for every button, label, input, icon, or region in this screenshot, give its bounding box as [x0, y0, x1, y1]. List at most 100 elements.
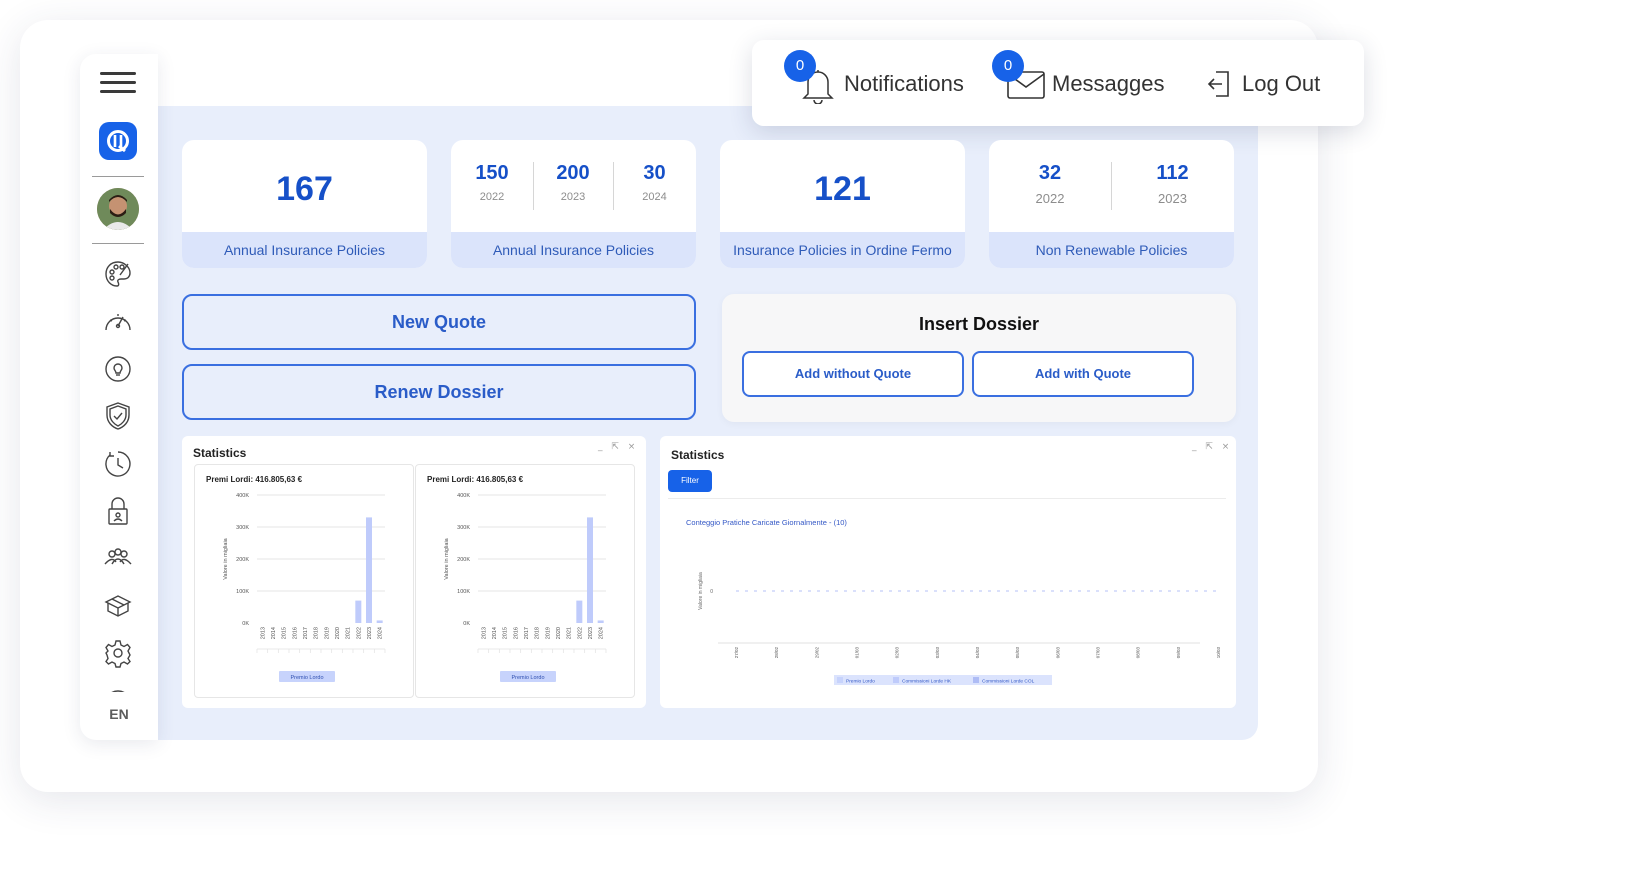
sidebar: EN	[80, 54, 158, 740]
y-tick-label: 200K	[236, 557, 249, 563]
bar	[355, 600, 362, 623]
logo-mark-icon	[107, 130, 129, 153]
x-tick-label: 02/03	[895, 647, 900, 659]
language-selector[interactable]: EN	[80, 706, 158, 722]
x-tick-label: 2021	[567, 627, 573, 639]
statistics-title: Statistics	[193, 446, 247, 460]
kpi-year-label: 2023	[560, 191, 586, 203]
bar	[376, 620, 383, 623]
x-tick-label: 2021	[346, 627, 352, 639]
x-tick-label: 2017	[303, 627, 309, 639]
kpi-year-label: 2024	[642, 191, 667, 203]
users-icon[interactable]	[102, 542, 134, 574]
notifications-button[interactable]: Notifications	[800, 62, 964, 106]
y-axis-label: Valore in migliaia	[444, 537, 450, 579]
renew-dossier-button[interactable]: Renew Dossier	[182, 364, 696, 420]
x-tick-label: 07/03	[1096, 647, 1101, 659]
kpi-card-annual-policies[interactable]: 167 Annual Insurance Policies	[182, 140, 427, 268]
expand-icon[interactable]: ⇱	[611, 442, 622, 452]
kpi-card-ordine-fermo[interactable]: 121 Insurance Policies in Ordine Fermo	[720, 140, 965, 268]
kpi-label: Insurance Policies in Ordine Fermo	[720, 232, 965, 268]
x-tick-label: 2023	[588, 627, 594, 639]
notifications-label: Notifications	[844, 71, 964, 96]
bar-chart: 0K 100K 200K 300K 400K Valore in migliaia 2013…	[223, 493, 386, 682]
add-with-quote-button[interactable]: Add with Quote	[972, 351, 1194, 397]
kpi-label: Annual Insurance Policies	[182, 232, 427, 268]
speedometer-icon[interactable]	[102, 306, 134, 338]
kpi-label: Non Renewable Policies	[989, 232, 1234, 268]
x-tick-label: 10/03	[1216, 647, 1221, 659]
y-tick-label: 0	[710, 589, 713, 595]
notifications-count-badge: 0	[784, 50, 816, 82]
kpi-year-label: 2022	[1035, 191, 1065, 206]
x-tick-label: 2020	[556, 627, 562, 639]
kpi-label: Annual Insurance Policies	[451, 232, 696, 268]
kpi-year-value: 150	[475, 162, 509, 184]
x-tick-label: 2013	[481, 627, 487, 639]
chart-title: Conteggio Pratiche Caricate Giornalmente…	[686, 518, 847, 527]
kpi-year-value: 30	[643, 162, 666, 184]
kpi-card-annual-policies-by-year[interactable]: 150 2022 200 2023 30 2024 Annual Insuran…	[451, 140, 696, 268]
avatar[interactable]	[97, 188, 139, 230]
x-tick-label: 2015	[503, 627, 509, 639]
y-tick-label: 200K	[457, 557, 470, 563]
x-tick-label: 2020	[335, 627, 341, 639]
y-tick-label: 0K	[242, 621, 249, 627]
lightbulb-icon[interactable]	[102, 353, 134, 385]
x-tick-label: 2017	[524, 627, 530, 639]
x-tick-label: 2018	[535, 627, 541, 639]
clock-icon[interactable]	[102, 448, 134, 480]
legend-swatch	[837, 677, 843, 683]
user-avatar-icon	[97, 188, 139, 230]
sidebar-divider	[92, 243, 144, 244]
legend-label: Premio Lordo	[290, 675, 323, 681]
minimize-icon[interactable]: _	[598, 442, 606, 452]
kpi-card-non-renewable[interactable]: 32 2022 112 2023 Non Renewable Policies	[989, 140, 1234, 268]
new-quote-button[interactable]: New Quote	[182, 294, 696, 350]
x-tick-label: 2014	[492, 627, 498, 639]
close-icon[interactable]: ×	[628, 442, 639, 452]
legend-label: Premio Lordo	[846, 679, 875, 685]
x-tick-label: 04/03	[975, 647, 980, 659]
messages-count-badge: 0	[992, 50, 1024, 82]
x-tick-label: 2022	[356, 627, 362, 639]
package-icon[interactable]	[102, 590, 134, 622]
lock-icon[interactable]	[102, 495, 134, 527]
kpi-year-block: 200 2023	[533, 162, 613, 203]
gear-icon[interactable]	[102, 637, 134, 669]
x-tick-label: 28/02	[774, 647, 779, 659]
logout-button[interactable]: Log Out	[1206, 62, 1320, 106]
shield-check-icon[interactable]	[102, 400, 134, 432]
y-tick-label: 100K	[236, 589, 249, 595]
palette-icon[interactable]	[102, 258, 134, 290]
messages-button[interactable]: Messagges	[1006, 62, 1165, 106]
y-tick-label: 300K	[236, 525, 249, 531]
x-tick-label: 2013	[260, 627, 266, 639]
legend-label: Commissioni Lorde COL	[982, 679, 1035, 685]
y-axis-label: Valore in migliaia	[223, 537, 229, 579]
x-tick-label: 2019	[545, 627, 551, 639]
bar	[576, 600, 583, 623]
y-tick-label: 100K	[457, 589, 470, 595]
x-tick-label: 05/03	[1015, 647, 1020, 659]
sidebar-divider	[92, 176, 144, 177]
y-tick-label: 400K	[236, 493, 249, 499]
line-chart: Conteggio Pratiche Caricate Giornalmente…	[686, 518, 1221, 685]
x-tick-label: 03/03	[935, 647, 940, 659]
insert-dossier-panel: Insert Dossier Add without Quote Add wit…	[722, 294, 1236, 422]
insert-dossier-title: Insert Dossier	[918, 314, 1040, 334]
scroll-more-icon[interactable]	[102, 682, 134, 692]
statistics-panel-left: Statistics _ ⇱ × Premi Lordi: 416.805,63…	[182, 436, 646, 708]
x-tick-label: 2019	[324, 627, 330, 639]
app-logo[interactable]	[99, 122, 137, 160]
kpi-year-value: 200	[556, 162, 590, 184]
kpi-value: 121	[814, 170, 871, 208]
y-axis-label: Valore in migliaia	[698, 572, 704, 610]
add-without-quote-button[interactable]: Add without Quote	[742, 351, 964, 397]
hamburger-menu-icon[interactable]	[100, 72, 136, 94]
kpi-year-block: 112 2023	[1111, 162, 1234, 206]
bar	[366, 517, 372, 623]
x-tick-label: 2024	[378, 627, 384, 639]
x-tick-label: 08/03	[1136, 647, 1141, 659]
bar	[587, 517, 593, 623]
